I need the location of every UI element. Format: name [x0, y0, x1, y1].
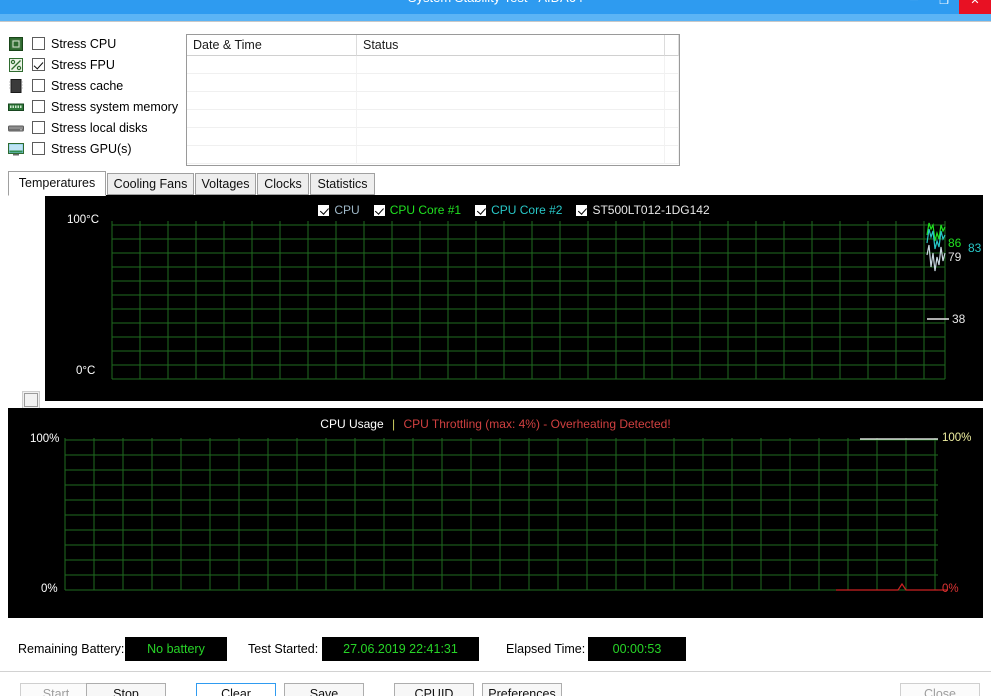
legend-checkbox[interactable] — [576, 204, 588, 216]
minimize-icon[interactable]: ─ — [899, 0, 929, 14]
cpu-usage-panel[interactable]: CPU Usage | CPU Throttling (max: 4%) - O… — [8, 408, 983, 618]
elapsed-time-value: 00:00:53 — [588, 637, 686, 661]
cpu-axis-label-top-left: 100% — [30, 433, 60, 445]
hard-disk-icon — [8, 120, 24, 136]
stop-button[interactable]: Stop — [86, 683, 166, 696]
scrollbar-thumb[interactable] — [24, 393, 38, 407]
client-top-border — [0, 21, 991, 22]
stress-option-row[interactable]: Stress GPU(s) — [8, 138, 180, 159]
legend-label: CPU Core #2 — [491, 203, 563, 217]
cpuid-button[interactable]: CPUID — [394, 683, 474, 696]
column-header-spacer — [665, 35, 679, 56]
stress-option-label: Stress CPU — [51, 36, 117, 51]
clear-button[interactable]: Clear — [196, 683, 276, 696]
stress-cpu-checkbox[interactable] — [32, 37, 45, 50]
stress-disks-checkbox[interactable] — [32, 121, 45, 134]
listview-header: Date & Time Status — [187, 35, 679, 56]
tab-voltages[interactable]: Voltages — [195, 173, 256, 195]
elapsed-time-label: Elapsed Time: — [506, 642, 586, 656]
table-row[interactable] — [187, 146, 679, 164]
cpu-axis-label-top-right: 100% — [942, 432, 972, 444]
stress-option-label: Stress system memory — [51, 99, 179, 114]
maximize-icon[interactable]: ❐ — [929, 0, 959, 14]
legend-label: CPU — [334, 203, 360, 217]
button-bar: Start Stop Clear Save CPUID Preferences … — [0, 672, 991, 696]
cpu-chip-icon — [8, 36, 24, 52]
listview-body — [187, 56, 679, 164]
tab-statistics[interactable]: Statistics — [310, 173, 375, 195]
start-button[interactable]: Start — [20, 683, 92, 696]
stress-option-row[interactable]: Stress cache — [8, 75, 180, 96]
close-button[interactable]: Close — [900, 683, 980, 696]
temp-value-storage: 38 — [952, 312, 966, 326]
legend-item-storage[interactable]: ST500LT012-1DG142 — [576, 203, 710, 217]
legend-item-cpu-core-2[interactable]: CPU Core #2 — [475, 203, 562, 217]
stress-option-label: Stress FPU — [51, 57, 115, 72]
cpu-throttling-warning: CPU Throttling (max: 4%) - Overheating D… — [403, 417, 671, 431]
table-row[interactable] — [187, 110, 679, 128]
cpu-usage-title: CPU Usage — [320, 417, 384, 431]
stress-cache-checkbox[interactable] — [32, 79, 45, 92]
legend-label: CPU Core #1 — [389, 203, 462, 217]
legend-item-cpu[interactable]: CPU — [318, 203, 360, 217]
test-started-value: 27.06.2019 22:41:31 — [322, 637, 479, 661]
title-bar[interactable]: System Stability Test - AIDA64 ─ ❐ ✕ — [0, 0, 991, 14]
stress-option-row[interactable]: Stress local disks — [8, 117, 180, 138]
cpu-usage-separator: | — [392, 417, 396, 431]
battery-label: Remaining Battery: — [18, 642, 125, 656]
status-bar: Remaining Battery: No battery Test Start… — [0, 630, 991, 670]
system-stability-test-window: System Stability Test - AIDA64 ─ ❐ ✕ Str… — [0, 0, 991, 696]
temperatures-legend: CPU CPU Core #1 CPU Core #2 ST500LT012-1… — [45, 203, 983, 217]
window-title: System Stability Test - AIDA64 — [0, 0, 991, 5]
stress-options-group: Stress CPU Stress FPU Stress cache Stres… — [8, 33, 180, 167]
stress-option-row[interactable]: Stress CPU — [8, 33, 180, 54]
cpu-axis-label-bottom-right: 0% — [942, 583, 959, 595]
temp-value-core1: 86 — [948, 236, 962, 250]
tab-cooling-fans[interactable]: Cooling Fans — [107, 173, 194, 195]
stress-option-row[interactable]: Stress FPU — [8, 54, 180, 75]
chart-grid — [45, 195, 983, 401]
tab-temperatures[interactable]: Temperatures — [8, 171, 106, 196]
save-button[interactable]: Save — [284, 683, 364, 696]
cpu-axis-label-bottom-left: 0% — [41, 583, 58, 595]
column-header-status[interactable]: Status — [357, 35, 665, 56]
legend-checkbox[interactable] — [318, 204, 330, 216]
stress-option-label: Stress local disks — [51, 120, 148, 135]
fpu-percent-icon — [8, 57, 24, 73]
close-icon[interactable]: ✕ — [959, 0, 991, 14]
table-row[interactable] — [187, 128, 679, 146]
legend-label: ST500LT012-1DG142 — [592, 203, 710, 217]
window-controls: ─ ❐ ✕ — [899, 0, 991, 14]
gpu-monitor-icon — [8, 141, 24, 157]
test-started-label: Test Started: — [248, 642, 319, 656]
tab-clocks[interactable]: Clocks — [257, 173, 309, 195]
memory-module-icon — [8, 99, 24, 115]
temp-value-cpu: 79 — [948, 250, 962, 264]
stress-memory-checkbox[interactable] — [32, 100, 45, 113]
temperatures-panel: 100°C 0°C CPU CPU Core #1 CPU Core #2 ST… — [8, 195, 983, 595]
battery-value: No battery — [125, 637, 227, 661]
cache-chip-icon — [8, 78, 24, 94]
column-header-date-time[interactable]: Date & Time — [187, 35, 357, 56]
stress-option-row[interactable]: Stress system memory — [8, 96, 180, 117]
tab-bar: Temperatures Cooling Fans Voltages Clock… — [8, 171, 983, 196]
stress-gpu-checkbox[interactable] — [32, 142, 45, 155]
cpu-usage-header: CPU Usage | CPU Throttling (max: 4%) - O… — [8, 417, 983, 431]
stress-option-label: Stress GPU(s) — [51, 141, 132, 156]
stress-fpu-checkbox[interactable] — [32, 58, 45, 71]
table-row[interactable] — [187, 74, 679, 92]
preferences-button[interactable]: Preferences — [482, 683, 562, 696]
table-row[interactable] — [187, 56, 679, 74]
stress-option-label: Stress cache — [51, 78, 124, 93]
legend-checkbox[interactable] — [475, 204, 487, 216]
table-row[interactable] — [187, 92, 679, 110]
temperatures-chart[interactable]: 100°C 0°C CPU CPU Core #1 CPU Core #2 ST… — [45, 195, 983, 401]
temp-axis-label-bottom: 0°C — [76, 365, 96, 377]
title-bar-underglow — [0, 14, 991, 21]
temp-value-core2: 83 — [968, 241, 982, 255]
legend-item-cpu-core-1[interactable]: CPU Core #1 — [373, 203, 462, 217]
event-log-listview[interactable]: Date & Time Status — [186, 34, 680, 166]
legend-checkbox[interactable] — [373, 204, 385, 216]
cpu-chart-grid — [8, 408, 983, 618]
